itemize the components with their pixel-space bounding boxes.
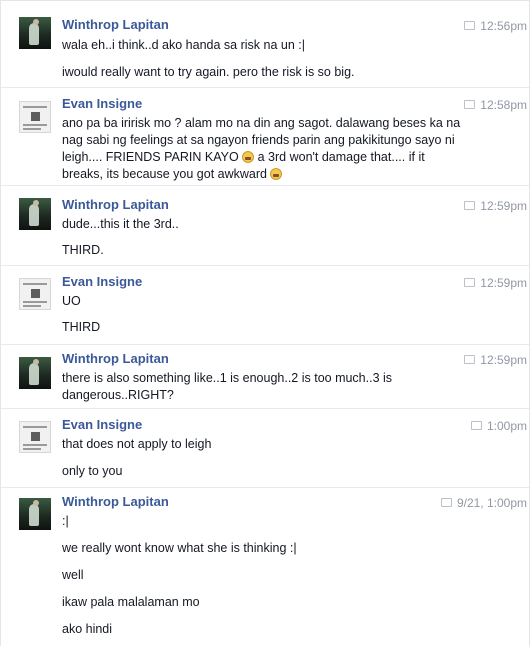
message-timestamp: 12:59pm xyxy=(464,276,527,290)
message-group: Winthrop Lapitan 12:56pm wala eh..i thin… xyxy=(1,1,529,87)
message-text: ikaw pala malalaman mo xyxy=(62,595,200,609)
reply-icon[interactable] xyxy=(440,498,452,507)
message-line: nag sabi ng feelings at sa ngayon friend… xyxy=(62,133,455,147)
message-timestamp: 9/21, 1:00pm xyxy=(440,496,527,510)
message-group: Winthrop Lapitan 9/21, 1:00pm :| we real… xyxy=(1,487,529,648)
time-label: 12:59pm xyxy=(480,353,527,367)
sender-name[interactable]: Winthrop Lapitan xyxy=(62,17,169,32)
reply-icon[interactable] xyxy=(464,201,476,210)
message-text: ako hindi xyxy=(62,622,113,636)
sender-name[interactable]: Evan Insigne xyxy=(62,274,142,289)
reply-icon[interactable] xyxy=(464,100,476,109)
message-group: Evan Insigne 1:00pm that does not apply … xyxy=(1,408,529,488)
message-timestamp: 12:59pm xyxy=(464,353,527,367)
time-label: 12:56pm xyxy=(480,19,527,33)
message-text: THIRD xyxy=(62,320,101,334)
text-segment: a 3rd won't damage that.... if it xyxy=(254,150,425,164)
avatar-winthrop[interactable] xyxy=(19,357,51,389)
message-group: Winthrop Lapitan 12:59pm there is also s… xyxy=(1,344,529,409)
text-segment: breaks, its because you got awkward xyxy=(62,167,267,181)
avatar-evan[interactable] xyxy=(19,421,51,453)
message-line: there is also something like..1 is enoug… xyxy=(62,371,393,385)
sender-name[interactable]: Evan Insigne xyxy=(62,417,142,432)
time-label: 12:58pm xyxy=(480,98,527,112)
grimace-emoji-icon xyxy=(270,168,283,180)
chat-history: Winthrop Lapitan 12:56pm wala eh..i thin… xyxy=(0,0,530,646)
avatar-evan[interactable] xyxy=(19,101,51,133)
message-text: that does not apply to leigh xyxy=(62,437,212,451)
message-text: we really wont know what she is thinking… xyxy=(62,541,297,555)
sender-name[interactable]: Winthrop Lapitan xyxy=(62,494,169,509)
avatar-winthrop[interactable] xyxy=(19,198,51,230)
reply-icon[interactable] xyxy=(464,355,476,364)
message-line: breaks, its because you got awkward xyxy=(62,166,519,183)
message-text: there is also something like..1 is enoug… xyxy=(62,370,519,404)
message-group: Evan Insigne 12:58pm ano pa ba iririsk m… xyxy=(1,87,529,186)
time-label: 12:59pm xyxy=(480,276,527,290)
time-label: 9/21, 1:00pm xyxy=(456,496,527,510)
message-text: well xyxy=(62,568,84,582)
message-text: THIRD. xyxy=(62,243,104,257)
message-line: ano pa ba iririsk mo ? alam mo na din an… xyxy=(62,116,461,130)
message-timestamp: 12:58pm xyxy=(464,98,527,112)
message-text: ano pa ba iririsk mo ? alam mo na din an… xyxy=(62,115,519,183)
message-timestamp: 12:59pm xyxy=(464,199,527,213)
time-label: 12:59pm xyxy=(480,199,527,213)
message-text: wala eh..i think..d ako handa sa risk na… xyxy=(62,38,305,52)
sender-name[interactable]: Winthrop Lapitan xyxy=(62,351,169,366)
sender-name[interactable]: Evan Insigne xyxy=(62,96,142,111)
reply-icon[interactable] xyxy=(464,21,476,30)
message-text: :| xyxy=(62,514,69,528)
grimace-emoji-icon xyxy=(242,151,255,163)
time-label: 1:00pm xyxy=(486,419,527,433)
message-text: dude...this it the 3rd.. xyxy=(62,217,179,231)
message-timestamp: 12:56pm xyxy=(464,19,527,33)
reply-icon[interactable] xyxy=(470,421,482,430)
text-segment: leigh.... FRIENDS PARIN KAYO xyxy=(62,150,239,164)
avatar-evan[interactable] xyxy=(19,278,51,310)
message-timestamp: 1:00pm xyxy=(470,419,527,433)
sender-name[interactable]: Winthrop Lapitan xyxy=(62,197,169,212)
message-text: UO xyxy=(62,294,81,308)
avatar-winthrop[interactable] xyxy=(19,498,51,530)
message-line: dangerous..RIGHT? xyxy=(62,388,174,402)
message-text: only to you xyxy=(62,464,123,478)
reply-icon[interactable] xyxy=(464,278,476,287)
message-group: Evan Insigne 12:59pm UO THIRD xyxy=(1,265,529,345)
message-line: leigh.... FRIENDS PARIN KAYO a 3rd won't… xyxy=(62,149,519,166)
message-text: iwould really want to try again. pero th… xyxy=(62,65,355,79)
message-group: Winthrop Lapitan 12:59pm dude...this it … xyxy=(1,185,529,266)
avatar-winthrop[interactable] xyxy=(19,17,51,49)
